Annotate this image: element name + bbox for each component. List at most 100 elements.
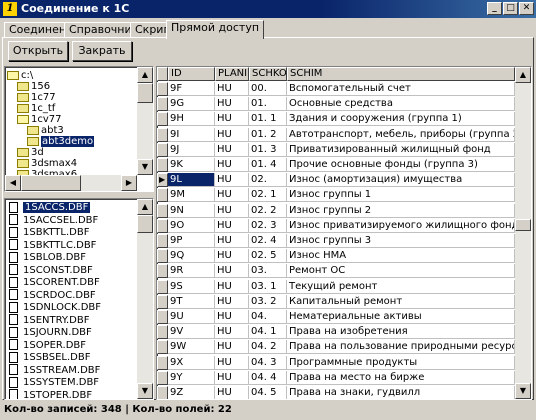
title-bar[interactable]: 1 Соединение к 1С _ □ ✕ [0,0,536,18]
grid-cell[interactable]: HU [215,264,249,279]
grid-cell[interactable]: 03. [249,264,287,279]
row-indicator[interactable] [157,158,168,172]
grid-cell[interactable]: HU [215,82,249,96]
grid-cell[interactable]: 03. 2 [249,294,287,309]
grid-cell[interactable]: HU [215,249,249,264]
grid-cell[interactable]: Здания и сооружения (группа 1) [287,112,515,127]
row-indicator[interactable] [157,142,168,157]
tree-hscroll-thumb[interactable] [21,175,81,191]
grid-cell[interactable]: Капитальный ремонт [287,294,515,309]
grid-cell[interactable]: 01. 4 [249,158,287,172]
close-button[interactable]: ✕ [519,2,534,15]
grid-cell[interactable]: HU [215,355,249,370]
grid-cell[interactable]: HU [215,173,249,188]
tree-vscrollbar[interactable]: ▲ ▼ [137,67,153,175]
grid-cell[interactable]: 04. 1 [249,325,287,340]
file-list-item[interactable]: 1SCORENT.DBF [9,276,100,289]
grid-cell[interactable]: HU [215,158,249,172]
grid-cell[interactable]: 03. 1 [249,279,287,294]
grid-cell[interactable]: HU [215,112,249,127]
file-list-item[interactable]: 1SJOURN.DBF [9,326,92,339]
file-list-item[interactable]: 1SSBSEL.DBF [9,351,90,364]
grid-cell[interactable]: HU [215,203,249,218]
file-list-item[interactable]: 1SCONST.DBF [9,264,93,277]
grid-cell[interactable]: Программные продукты [287,355,515,370]
grid-cell[interactable]: 04. 5 [249,386,287,399]
scroll-up-icon[interactable]: ▲ [137,199,153,215]
grid-cell[interactable]: Текущий ремонт [287,279,515,294]
column-header[interactable]: SCHIM [287,67,515,81]
data-grid[interactable]: IDPLANIDSCHKODSCHIM9FHU00.Вспомогательны… [156,66,532,400]
tree-hscrollbar[interactable]: ◀ ▶ [5,175,137,191]
grid-cell[interactable]: HU [215,386,249,399]
grid-cell[interactable]: 02. 4 [249,234,287,248]
grid-cell[interactable]: 02. 2 [249,203,287,218]
grid-cell[interactable]: 9Q [168,249,215,264]
file-list-item[interactable]: 1SACCSEL.DBF [9,214,98,227]
close-file-button[interactable]: Закрать [72,41,132,61]
grid-cell[interactable]: 9S [168,279,215,294]
scroll-down-icon[interactable]: ▼ [137,159,153,175]
grid-cell[interactable]: Права на пользование природными ресурсам… [287,340,515,355]
grid-cell[interactable]: Права на изобретения [287,325,515,340]
grid-cell[interactable]: 9N [168,203,215,218]
row-indicator[interactable] [157,203,168,218]
grid-cell[interactable]: Износ группы 2 [287,203,515,218]
tree-scroll-thumb[interactable] [137,83,153,103]
grid-cell[interactable]: Износ приватизируемого жилищного фонда [287,218,515,233]
file-list[interactable]: 1SACCS.DBF 1SACCSEL.DBF 1SBKTTL.DBF 1SBKTTL… [4,198,154,400]
grid-cell[interactable]: 9W [168,340,215,355]
grid-scroll-thumb[interactable] [515,219,531,231]
grid-cell[interactable]: 9L [168,173,215,188]
row-indicator[interactable] [157,310,168,324]
row-indicator[interactable] [157,355,168,370]
scroll-up-icon[interactable]: ▲ [137,67,153,83]
grid-cell[interactable]: 01. 1 [249,112,287,127]
grid-cell[interactable]: 9R [168,264,215,279]
grid-cell[interactable]: 9H [168,112,215,127]
grid-cell[interactable]: HU [215,234,249,248]
row-indicator[interactable] [157,386,168,399]
grid-cell[interactable]: HU [215,127,249,142]
file-list-item[interactable]: 1SBKTTLC.DBF [9,239,96,252]
scroll-left-icon[interactable]: ◀ [5,175,21,191]
grid-cell[interactable]: HU [215,97,249,112]
grid-cell[interactable]: Износ группы 1 [287,188,515,203]
grid-cell[interactable]: Прочие основные фонды (группа 3) [287,158,515,172]
grid-cell[interactable]: HU [215,279,249,294]
tab-direct-access[interactable]: Прямой доступ [166,20,265,39]
file-list-item[interactable]: 1SBKTTL.DBF [9,226,89,239]
grid-cell[interactable]: 9V [168,325,215,340]
row-indicator[interactable] [157,127,168,142]
row-indicator[interactable] [157,97,168,112]
grid-cell[interactable]: 02. [249,173,287,188]
grid-cell[interactable]: 00. [249,82,287,96]
row-indicator[interactable] [157,264,168,279]
row-indicator[interactable] [157,82,168,96]
grid-cell[interactable]: 9O [168,218,215,233]
grid-cell[interactable]: 9T [168,294,215,309]
scroll-down-icon[interactable]: ▼ [137,383,153,399]
row-indicator[interactable] [157,188,168,203]
file-list-item[interactable]: 1SENTRY.DBF [9,314,90,327]
file-list-item[interactable]: 1SOPER.DBF [9,339,86,352]
grid-cell[interactable]: Нематериальные активы [287,310,515,324]
grid-cell[interactable]: 9I [168,127,215,142]
scroll-down-icon[interactable]: ▼ [515,383,531,399]
row-indicator[interactable] [157,325,168,340]
grid-cell[interactable]: HU [215,310,249,324]
grid-cell[interactable]: HU [215,142,249,157]
file-list-item[interactable]: 1SBLOB.DBF [9,251,86,264]
grid-cell[interactable]: 01. 3 [249,142,287,157]
grid-cell[interactable]: 9M [168,188,215,203]
minimize-button[interactable]: _ [487,2,502,15]
grid-cell[interactable]: 04. [249,310,287,324]
grid-cell[interactable]: 01. 2 [249,127,287,142]
row-indicator[interactable] [157,294,168,309]
file-list-item[interactable]: 1SCRDOC.DBF [9,289,96,302]
row-indicator[interactable] [157,370,168,385]
grid-cell[interactable]: Автотранспорт, мебель, приборы (группа 2… [287,127,515,142]
grid-cell[interactable]: 04. 3 [249,355,287,370]
grid-cell[interactable]: 9X [168,355,215,370]
grid-cell[interactable]: 04. 4 [249,370,287,385]
